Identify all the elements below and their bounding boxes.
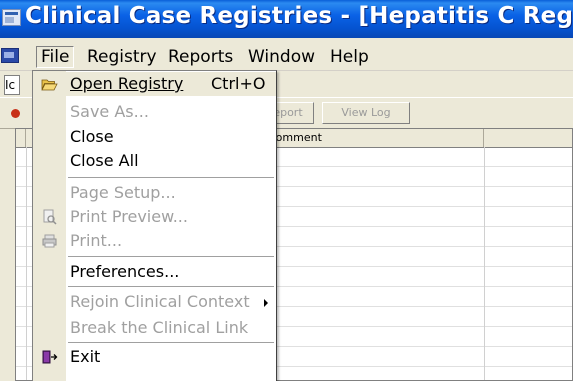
menu-item-close-all[interactable]: Close All: [33, 149, 276, 173]
menu-item-open-registry[interactable]: Open Registry Ctrl+O: [33, 72, 276, 96]
print-label: Print...: [70, 231, 123, 250]
preferences-label: Preferences...: [70, 262, 180, 281]
menu-item-page-setup[interactable]: Page Setup...: [33, 181, 276, 205]
menu-item-preferences[interactable]: Preferences...: [33, 260, 276, 284]
page-setup-label: Page Setup...: [70, 183, 176, 202]
submenu-arrow-icon: [264, 299, 268, 307]
app-icon[interactable]: [2, 9, 21, 26]
open-registry-label: Open Registry: [70, 74, 184, 93]
menu-window[interactable]: Window: [248, 47, 315, 67]
grid-header-comment[interactable]: Comment: [266, 129, 484, 147]
menu-item-print[interactable]: Print...: [33, 229, 276, 253]
exit-label: Exit: [70, 347, 101, 366]
toolbar-left-button[interactable]: Ic: [4, 75, 20, 95]
close-label: Close: [70, 127, 114, 146]
grid-header-blank: [16, 129, 26, 147]
close-all-label: Close All: [70, 151, 139, 170]
rejoin-clinical-context-label: Rejoin Clinical Context: [70, 292, 250, 311]
break-clinical-link-label: Break the Clinical Link: [70, 318, 249, 337]
file-menu-dropdown: Open Registry Ctrl+O Save As... Close Cl…: [32, 70, 277, 381]
menu-item-rejoin-clinical-context[interactable]: Rejoin Clinical Context: [33, 290, 276, 314]
menu-item-close[interactable]: Close: [33, 125, 276, 149]
menu-separator: [68, 256, 274, 257]
print-preview-icon: [43, 209, 57, 225]
menu-reports[interactable]: Reports: [168, 47, 233, 67]
menu-item-save-as[interactable]: Save As...: [33, 100, 276, 124]
save-as-label: Save As...: [70, 102, 149, 121]
grid-col-divider: [26, 147, 27, 380]
menu-item-break-clinical-link[interactable]: Break the Clinical Link: [33, 316, 276, 340]
menu-help[interactable]: Help: [330, 47, 369, 67]
title-bar[interactable]: Clinical Case Registries - [Hepatitis C …: [0, 0, 573, 38]
menu-item-exit[interactable]: Exit: [33, 345, 276, 369]
menu-bar: File Registry Reports Window Help: [0, 38, 573, 71]
open-registry-shortcut: Ctrl+O: [211, 74, 266, 93]
menu-item-print-preview[interactable]: Print Preview...: [33, 205, 276, 229]
menu-registry[interactable]: Registry: [87, 47, 157, 67]
view-log-button[interactable]: View Log: [322, 102, 410, 124]
window-title: Clinical Case Registries - [Hepatitis C …: [25, 3, 573, 29]
grid-col-divider: [484, 147, 485, 380]
exit-door-icon: [42, 350, 58, 364]
menu-separator: [68, 286, 274, 287]
menu-separator: [68, 177, 274, 178]
menu-separator: [68, 342, 274, 343]
stop-icon[interactable]: [11, 109, 20, 118]
printer-icon: [42, 234, 57, 248]
menu-file[interactable]: File: [36, 46, 75, 68]
mdi-child-icon[interactable]: [1, 48, 19, 63]
open-folder-icon: [41, 79, 58, 91]
print-preview-label: Print Preview...: [70, 207, 188, 226]
